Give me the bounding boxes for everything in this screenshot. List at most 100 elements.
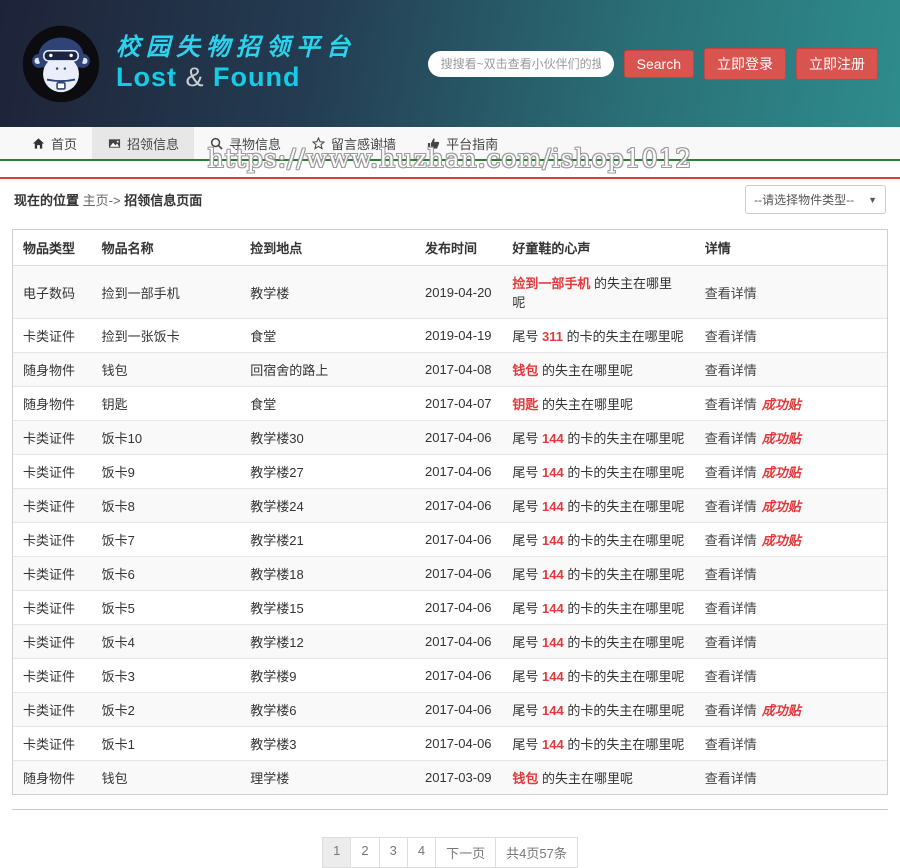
view-detail-link[interactable]: 查看详情 xyxy=(705,567,757,582)
next-page-button[interactable]: 下一页 xyxy=(435,837,496,868)
detail-cell: 查看详情成功贴 xyxy=(695,421,887,455)
publish-date-cell: 2017-04-06 xyxy=(415,489,502,523)
owner-message-cell: 钥匙 的失主在哪里呢 xyxy=(502,387,694,421)
publish-date-cell: 2017-04-06 xyxy=(415,727,502,761)
register-button[interactable]: 立即注册 xyxy=(796,48,878,80)
table-row: 随身物件钱包回宿舍的路上2017-04-08钱包 的失主在哪里呢查看详情 xyxy=(13,353,887,387)
item-name-cell: 钥匙 xyxy=(92,387,241,421)
item-type-cell: 随身物件 xyxy=(13,761,92,795)
site-title-en: Lost & Found xyxy=(116,62,356,93)
found-place-cell: 教学楼21 xyxy=(240,523,415,557)
nav-item-4[interactable]: 留言感谢墙 xyxy=(296,127,411,159)
item-type-cell: 卡类证件 xyxy=(13,421,92,455)
success-badge: 成功贴 xyxy=(762,499,801,514)
item-type-cell: 卡类证件 xyxy=(13,625,92,659)
item-type-cell: 随身物件 xyxy=(13,353,92,387)
bottom-divider xyxy=(12,809,888,810)
table-row: 卡类证件饭卡3教学楼92017-04-06尾号 144 的卡的失主在哪里呢查看详… xyxy=(13,659,887,693)
message-highlight: 144 xyxy=(542,533,564,548)
page-button-1[interactable]: 1 xyxy=(322,837,351,868)
owner-message-cell: 尾号 144 的卡的失主在哪里呢 xyxy=(502,659,694,693)
view-detail-link[interactable]: 查看详情 xyxy=(705,329,757,344)
view-detail-link[interactable]: 查看详情 xyxy=(705,703,757,718)
table-row: 卡类证件饭卡10教学楼302017-04-06尾号 144 的卡的失主在哪里呢查… xyxy=(13,421,887,455)
view-detail-link[interactable]: 查看详情 xyxy=(705,771,757,786)
view-detail-link[interactable]: 查看详情 xyxy=(705,465,757,480)
nav-item-1[interactable]: 首页 xyxy=(16,127,92,159)
detail-cell: 查看详情 xyxy=(695,591,887,625)
found-place-cell: 教学楼27 xyxy=(240,455,415,489)
view-detail-link[interactable]: 查看详情 xyxy=(705,363,757,378)
item-type-cell: 卡类证件 xyxy=(13,557,92,591)
page-button-3[interactable]: 3 xyxy=(379,837,408,868)
main-nav: 首页招领信息 寻物信息留言感谢墙平台指南 xyxy=(0,127,900,161)
table-row: 卡类证件饭卡8教学楼242017-04-06尾号 144 的卡的失主在哪里呢查看… xyxy=(13,489,887,523)
publish-date-cell: 2017-04-06 xyxy=(415,625,502,659)
message-highlight: 144 xyxy=(542,703,564,718)
table-row: 随身物件钱包理学楼2017-03-09钱包 的失主在哪里呢查看详情 xyxy=(13,761,887,795)
found-items-table: 物品类型物品名称捡到地点发布时间好童鞋的心声详情 电子数码捡到一部手机教学楼20… xyxy=(13,230,887,794)
found-place-cell: 教学楼15 xyxy=(240,591,415,625)
site-title-zh: 校园失物招领平台 xyxy=(116,34,356,62)
breadcrumb-current: 招领信息页面 xyxy=(124,193,202,208)
view-detail-link[interactable]: 查看详情 xyxy=(705,601,757,616)
found-place-cell: 教学楼9 xyxy=(240,659,415,693)
owner-message-cell: 尾号 144 的卡的失主在哪里呢 xyxy=(502,693,694,727)
publish-date-cell: 2017-04-06 xyxy=(415,523,502,557)
item-type-cell: 卡类证件 xyxy=(13,591,92,625)
breadcrumb-prefix: 现在的位置 xyxy=(14,193,79,208)
search-button[interactable]: Search xyxy=(624,50,694,78)
found-place-cell: 教学楼18 xyxy=(240,557,415,591)
search-input[interactable] xyxy=(428,51,614,77)
item-type-select[interactable]: --请选择物件类型-- ▼ xyxy=(745,185,886,214)
found-place-cell: 教学楼24 xyxy=(240,489,415,523)
nav-item-2[interactable]: 招领信息 xyxy=(92,127,194,159)
item-name-cell: 饭卡9 xyxy=(92,455,241,489)
star-icon xyxy=(311,136,325,150)
owner-message-cell: 尾号 144 的卡的失主在哪里呢 xyxy=(502,455,694,489)
message-highlight: 钱包 xyxy=(512,771,538,786)
view-detail-link[interactable]: 查看详情 xyxy=(705,431,757,446)
publish-date-cell: 2017-04-06 xyxy=(415,557,502,591)
view-detail-link[interactable]: 查看详情 xyxy=(705,499,757,514)
login-button[interactable]: 立即登录 xyxy=(704,48,786,80)
view-detail-link[interactable]: 查看详情 xyxy=(705,286,757,301)
breadcrumb-home-link[interactable]: 主页-> xyxy=(83,193,121,208)
view-detail-link[interactable]: 查看详情 xyxy=(705,669,757,684)
page-button-2[interactable]: 2 xyxy=(350,837,379,868)
detail-cell: 查看详情成功贴 xyxy=(695,489,887,523)
item-type-cell: 卡类证件 xyxy=(13,659,92,693)
owner-message-cell: 尾号 144 的卡的失主在哪里呢 xyxy=(502,489,694,523)
found-place-cell: 教学楼6 xyxy=(240,693,415,727)
page-button-4[interactable]: 4 xyxy=(407,837,436,868)
found-place-cell: 食堂 xyxy=(240,319,415,353)
search-icon xyxy=(209,136,223,150)
item-name-cell: 饭卡6 xyxy=(92,557,241,591)
table-header-row: 物品类型物品名称捡到地点发布时间好童鞋的心声详情 xyxy=(13,230,887,266)
column-header: 发布时间 xyxy=(415,230,502,266)
view-detail-link[interactable]: 查看详情 xyxy=(705,397,757,412)
owner-message-cell: 尾号 311 的卡的失主在哪里呢 xyxy=(502,319,694,353)
brand-block: 校园失物招领平台 Lost & Found xyxy=(116,34,356,93)
message-highlight: 144 xyxy=(542,465,564,480)
view-detail-link[interactable]: 查看详情 xyxy=(705,635,757,650)
table-row: 卡类证件饭卡9教学楼272017-04-06尾号 144 的卡的失主在哪里呢查看… xyxy=(13,455,887,489)
nav-item-5[interactable]: 平台指南 xyxy=(411,127,513,159)
nav-item-3[interactable]: 寻物信息 xyxy=(194,127,296,159)
owner-message-cell: 尾号 144 的卡的失主在哪里呢 xyxy=(502,421,694,455)
detail-cell: 查看详情成功贴 xyxy=(695,523,887,557)
view-detail-link[interactable]: 查看详情 xyxy=(705,533,757,548)
item-name-cell: 饭卡2 xyxy=(92,693,241,727)
nav-item-label: 寻物信息 xyxy=(229,134,281,153)
page-summary: 共4页57条 xyxy=(495,837,578,868)
publish-date-cell: 2017-04-06 xyxy=(415,455,502,489)
item-name-cell: 捡到一张饭卡 xyxy=(92,319,241,353)
table-row: 卡类证件饭卡4教学楼122017-04-06尾号 144 的卡的失主在哪里呢查看… xyxy=(13,625,887,659)
table-row: 电子数码捡到一部手机教学楼2019-04-20捡到一部手机 的失主在哪里呢查看详… xyxy=(13,266,887,319)
view-detail-link[interactable]: 查看详情 xyxy=(705,737,757,752)
column-header: 好童鞋的心声 xyxy=(502,230,694,266)
chevron-down-icon: ▼ xyxy=(868,195,877,205)
item-type-cell: 随身物件 xyxy=(13,387,92,421)
owner-message-cell: 尾号 144 的卡的失主在哪里呢 xyxy=(502,625,694,659)
message-highlight: 144 xyxy=(542,635,564,650)
